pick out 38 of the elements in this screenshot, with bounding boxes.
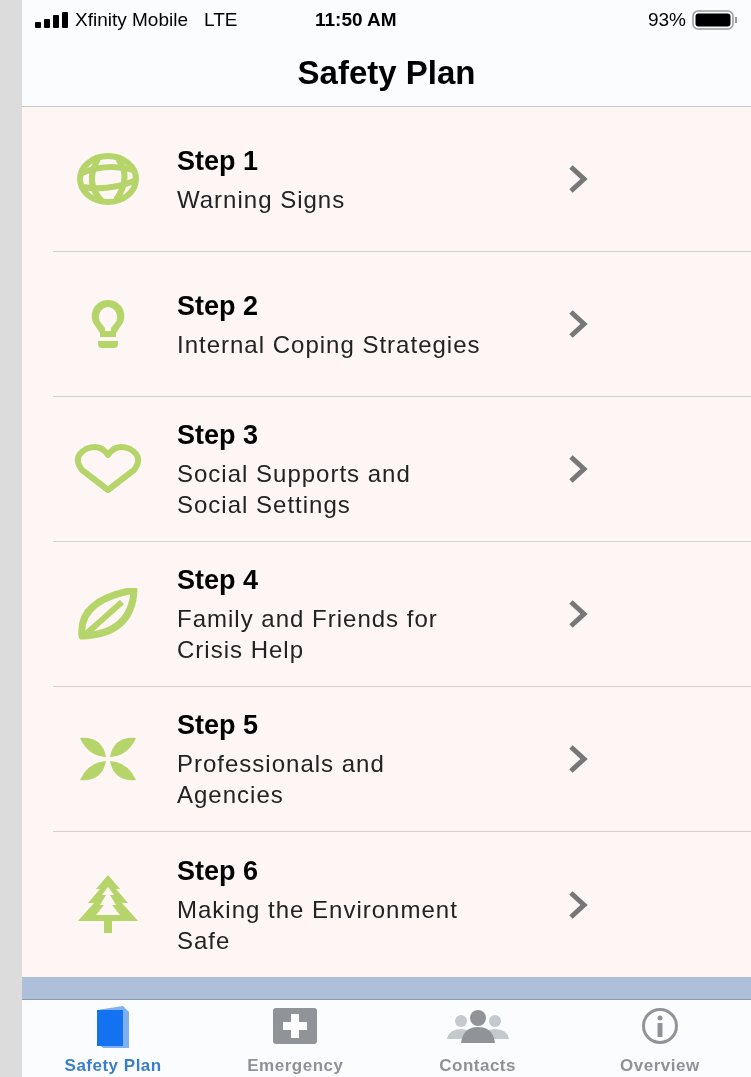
step-row[interactable]: Step 6 Making the Environment Safe <box>53 832 751 977</box>
battery-icon <box>692 10 738 30</box>
step-row[interactable]: Step 5 Professionals and Agencies <box>53 687 751 832</box>
people-icon <box>446 1009 509 1043</box>
step-row[interactable]: Step 4 Family and Friends for Crisis Help <box>53 542 751 687</box>
step-title: Step 6 <box>177 854 260 888</box>
screen-title: Safety Plan <box>297 53 476 94</box>
step-row[interactable]: Step 1 Warning Signs <box>53 107 751 252</box>
step-description: Internal Coping Strategies <box>177 329 482 360</box>
tab-item[interactable]: Safety Plan <box>22 1000 205 1077</box>
step-description: Family and Friends for Crisis Help <box>177 604 439 665</box>
status-time: 11:50 AM <box>315 7 397 32</box>
step-title: Step 1 <box>177 144 260 178</box>
chevron-right-icon <box>567 163 589 195</box>
chevron-right-icon <box>567 888 589 921</box>
step-title: Step 3 <box>177 419 260 452</box>
step-title: Step 2 <box>177 289 260 323</box>
signal-icon <box>35 12 69 28</box>
step-row[interactable]: Step 3 Social Supports and Social Settings <box>53 397 751 542</box>
chevron-right-icon <box>567 308 589 340</box>
step-title: Step 4 <box>177 564 260 597</box>
battery-percent: 93% <box>647 7 686 32</box>
leaf-icon <box>78 588 138 640</box>
carrier-name: Xfinity Mobile <box>75 7 188 32</box>
plus-icon <box>273 1008 318 1044</box>
chevron-right-icon <box>567 743 589 775</box>
chevron-right-icon <box>567 453 589 485</box>
step-row[interactable]: Step 2 Internal Coping Strategies <box>53 252 751 397</box>
chevron-right-icon <box>567 598 589 630</box>
step-description: Professionals and Agencies <box>177 749 386 810</box>
step-description: Social Supports and Social Settings <box>177 459 412 520</box>
step-title: Step 5 <box>177 709 260 742</box>
globe-icon <box>76 153 140 205</box>
info-icon <box>640 1007 679 1045</box>
heart-icon <box>74 443 142 495</box>
step-description: Warning Signs <box>177 184 347 215</box>
step-description: Making the Environment Safe <box>177 894 459 956</box>
network-type: LTE <box>204 7 238 32</box>
